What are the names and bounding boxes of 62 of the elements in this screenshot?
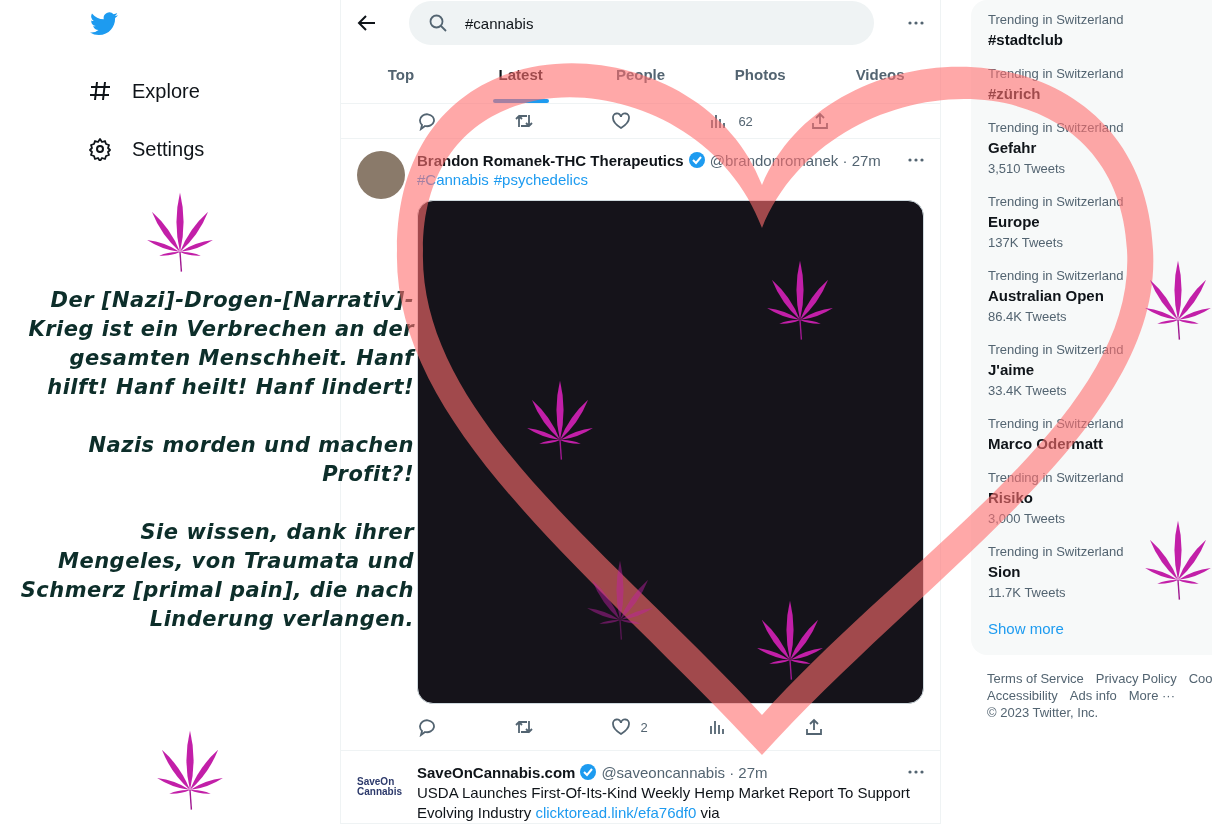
trend-title[interactable]: J'aime bbox=[988, 361, 1212, 378]
tweet-text: USDA Launches First-Of-Its-Kind Weekly Hemp Market Report To Support Evolving Industry clicktoread.link/efa76df0 via bbox=[417, 783, 911, 823]
reply-icon[interactable] bbox=[417, 111, 437, 131]
trend-count: 137K Tweets bbox=[988, 235, 1064, 250]
trend-context: Trending in Switzerland bbox=[988, 12, 1125, 27]
trend-count: 33.4K Tweets bbox=[988, 383, 1068, 398]
overlay-text: Der [Nazi]-Drogen-[Narrativ]-Krieg ist ein Verbrechen an der gesamten Menschheit. Hanf hilft! Hanf heilt! Hanf lindert! bbox=[27, 287, 414, 401]
trend-count: 86.4K Tweets bbox=[988, 309, 1068, 324]
more-options-icon[interactable] bbox=[908, 158, 924, 162]
trend-title[interactable]: Europe bbox=[988, 213, 1212, 230]
photo-placeholder[interactable] bbox=[417, 200, 924, 704]
trend-count: 11.7K Tweets bbox=[988, 585, 1067, 600]
trend-title[interactable]: #stadtclub bbox=[988, 31, 1212, 48]
more-options-icon[interactable] bbox=[908, 770, 924, 774]
author-name[interactable]: Brandon Romanek-THC Therapeutics bbox=[417, 151, 684, 169]
settings-icon bbox=[88, 137, 112, 161]
avatar-photo-placeholder[interactable] bbox=[357, 151, 405, 199]
more-options-icon[interactable] bbox=[908, 21, 924, 25]
hashtag-icon bbox=[88, 79, 112, 103]
reply-icon[interactable] bbox=[417, 717, 437, 737]
trend-context: Trending in Switzerland bbox=[988, 544, 1125, 559]
footer-link[interactable]: Coo bbox=[1188, 671, 1212, 686]
trend-context: Trending in Switzerland bbox=[988, 66, 1125, 81]
trend-context: Trending in Switzerland bbox=[988, 416, 1125, 431]
tab[interactable]: Videos bbox=[820, 46, 940, 103]
overlay-text: Sie wissen, dank ihrer Mengeles, von Traumata und Schmerz [primal pain], die nach Linderung verlangen. bbox=[19, 519, 414, 633]
trend-context: Trending in Switzerland bbox=[988, 194, 1125, 209]
trend-context: Trending in Switzerland bbox=[988, 342, 1125, 357]
heart-icon[interactable] bbox=[611, 111, 632, 131]
footer-link[interactable]: Terms of Service bbox=[987, 671, 1084, 686]
heart-icon[interactable] bbox=[610, 717, 631, 737]
tab[interactable]: Photos bbox=[700, 46, 821, 103]
back-arrow-icon[interactable] bbox=[357, 13, 377, 33]
search-field[interactable]: #cannabis bbox=[409, 1, 874, 45]
bird-logo-icon[interactable] bbox=[90, 12, 118, 36]
author-handle[interactable]: @brandonromanek · 27m bbox=[709, 151, 881, 169]
nav-item[interactable]: Settings bbox=[88, 120, 340, 178]
trend-title[interactable]: Australian Open bbox=[988, 287, 1212, 304]
overlay-text: Nazis morden und machen Profit?! bbox=[87, 432, 414, 488]
search-icon bbox=[429, 14, 447, 32]
trend-title[interactable]: Gefahr bbox=[988, 139, 1212, 156]
action-count: 2 bbox=[640, 719, 648, 735]
footer-link[interactable]: Ads info bbox=[1069, 688, 1117, 703]
trend-count: 3,000 Tweets bbox=[988, 511, 1067, 526]
trend-title[interactable]: Sion bbox=[988, 563, 1212, 580]
footer-link[interactable]: Accessibility bbox=[987, 688, 1058, 703]
trend-title[interactable]: Marco Odermatt bbox=[988, 435, 1212, 452]
author-handle[interactable]: @saveoncannabis · 27m bbox=[601, 763, 768, 781]
tab[interactable]: Top bbox=[341, 46, 461, 103]
trend-count: 3,510 Tweets bbox=[988, 161, 1067, 176]
trend-context: Trending in Switzerland bbox=[988, 470, 1125, 485]
footer-link[interactable]: More ··· bbox=[1128, 688, 1175, 703]
copyright-text: © 2023 Twitter, Inc. bbox=[987, 705, 1099, 720]
nav-item[interactable]: Explore bbox=[88, 62, 340, 120]
trend-context: Trending in Switzerland bbox=[988, 268, 1125, 283]
avatar-logo[interactable]: SaveOn Cannabis bbox=[357, 763, 405, 811]
share-icon[interactable] bbox=[804, 717, 824, 737]
author-name[interactable]: SaveOnCannabis.com bbox=[417, 763, 576, 781]
share-icon[interactable] bbox=[809, 111, 830, 131]
trend-context: Trending in Switzerland bbox=[988, 120, 1125, 135]
footer-link[interactable]: Privacy Policy bbox=[1095, 671, 1177, 686]
action-count: 62 bbox=[738, 113, 753, 129]
